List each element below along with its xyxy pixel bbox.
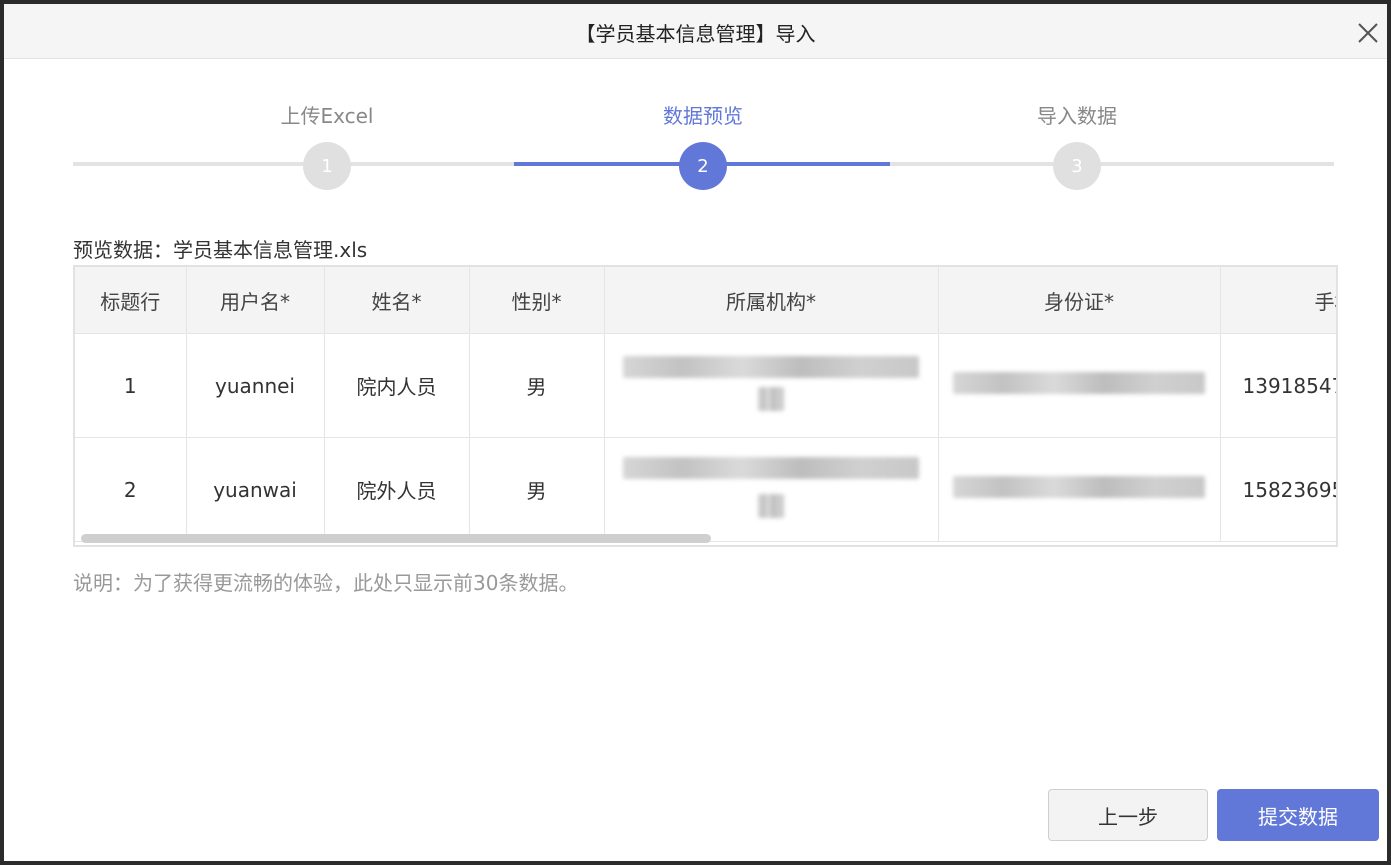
column-header: 用户名* xyxy=(186,267,325,334)
column-header: 姓名* xyxy=(324,267,470,334)
column-header: 标题行 xyxy=(75,267,187,334)
cell-gender: 男 xyxy=(469,437,605,542)
previous-step-button[interactable]: 上一步 xyxy=(1048,789,1208,841)
table-row: 2 yuanwai 院外人员 男 15823695 xyxy=(75,437,1336,542)
cell-index: 1 xyxy=(75,333,187,438)
redacted-text xyxy=(953,476,1205,498)
preview-table: 标题行 用户名* 姓名* 性别* 所属机构* 身份证* 手机 1 yuannei… xyxy=(75,267,1336,542)
preview-note: 说明：为了获得更流畅的体验，此处只显示前30条数据。 xyxy=(73,571,579,595)
step-circle-2: 2 xyxy=(679,142,727,190)
cell-idcard-redacted xyxy=(938,437,1221,542)
step-circle-1: 1 xyxy=(303,142,351,190)
step-label-upload: 上传Excel xyxy=(280,104,374,128)
cell-name: 院外人员 xyxy=(324,437,470,542)
step-circle-3: 3 xyxy=(1053,142,1101,190)
dialog-title: 【学员基本信息管理】导入 xyxy=(575,22,816,46)
cell-index: 2 xyxy=(75,437,187,542)
redacted-text xyxy=(623,456,919,479)
column-header: 手机 xyxy=(1220,267,1336,334)
column-header: 所属机构* xyxy=(604,267,939,334)
step-label-preview: 数据预览 xyxy=(663,104,743,128)
redacted-text xyxy=(758,493,784,518)
column-header: 性别* xyxy=(469,267,605,334)
dialog-titlebar: 【学员基本信息管理】导入 xyxy=(4,4,1387,59)
import-dialog: 【学员基本信息管理】导入 上传Excel 数据预览 导入数据 1 2 3 预览数… xyxy=(4,4,1387,861)
cell-phone: 13918547 xyxy=(1220,333,1336,438)
cell-name: 院内人员 xyxy=(324,333,470,438)
redacted-text xyxy=(758,386,784,411)
submit-data-button[interactable]: 提交数据 xyxy=(1217,789,1379,841)
cell-phone: 15823695 xyxy=(1220,437,1336,542)
preview-table-container[interactable]: 标题行 用户名* 姓名* 性别* 所属机构* 身份证* 手机 1 yuannei… xyxy=(73,265,1338,547)
cell-org-redacted xyxy=(604,333,939,438)
cell-org-redacted xyxy=(604,437,939,542)
table-header-row: 标题行 用户名* 姓名* 性别* 所属机构* 身份证* 手机 xyxy=(75,267,1336,334)
redacted-text xyxy=(953,372,1205,394)
cell-idcard-redacted xyxy=(938,333,1221,438)
step-track-3 xyxy=(890,162,1334,166)
column-header: 身份证* xyxy=(938,267,1221,334)
preview-file-label: 预览数据：学员基本信息管理.xls xyxy=(73,238,368,262)
close-button[interactable] xyxy=(1351,16,1385,50)
cell-gender: 男 xyxy=(469,333,605,438)
step-label-import: 导入数据 xyxy=(1037,104,1117,128)
table-row: 1 yuannei 院内人员 男 13918547 xyxy=(75,333,1336,438)
cell-username: yuanwai xyxy=(186,437,325,542)
redacted-text xyxy=(623,355,919,378)
step-track-1 xyxy=(73,162,514,166)
horizontal-scrollbar[interactable] xyxy=(81,534,711,543)
close-icon xyxy=(1358,23,1378,43)
cell-username: yuannei xyxy=(186,333,325,438)
